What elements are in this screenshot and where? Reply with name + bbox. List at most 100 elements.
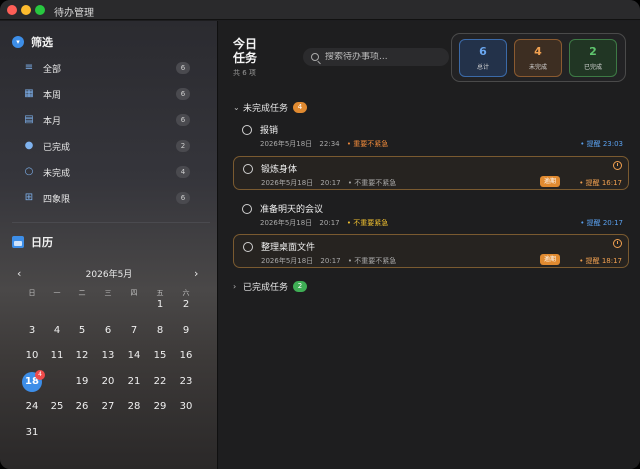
filter-item-week[interactable]: ▦ 本周 6: [14, 84, 196, 104]
filter-item-label: 本周: [43, 90, 62, 101]
stat-total[interactable]: 6 总计: [459, 39, 507, 77]
calendar-day[interactable]: 28: [124, 401, 144, 412]
stat-done[interactable]: 2 已完成: [569, 39, 617, 77]
calendar-day[interactable]: 20: [98, 376, 118, 387]
calendar-day[interactable]: 5: [72, 325, 92, 336]
app-window: 待办管理 ▾ 筛选 ≡ 全部 6 ▦ 本周 6 ▤ 本月 6 ● 已完成 2 ○: [0, 0, 640, 469]
filter-item-completed[interactable]: ● 已完成 2: [14, 136, 196, 156]
task-priority: • 不重要不紧急: [347, 257, 397, 265]
search-icon: [311, 53, 319, 61]
filter-item-month[interactable]: ▤ 本月 6: [14, 110, 196, 130]
task-date: 2026年5月18日: [260, 219, 313, 227]
calendar-weekday: 四: [130, 289, 138, 297]
calendar-weekday: 二: [78, 289, 86, 297]
zoom-window-button[interactable]: [35, 5, 45, 15]
calendar-section-header: 日历: [12, 234, 53, 250]
calendar-weekday: 五: [156, 289, 164, 297]
calendar-day[interactable]: 14: [124, 350, 144, 361]
close-window-button[interactable]: [7, 5, 17, 15]
calendar-today-badge: 4: [35, 370, 45, 380]
overdue-badge: 逾期: [540, 176, 560, 187]
chevron-down-icon: ⌄: [233, 103, 240, 112]
calendar-day[interactable]: 31: [22, 427, 42, 438]
list-icon: ≡: [24, 62, 34, 73]
filter-item-all[interactable]: ≡ 全部 6: [14, 58, 196, 78]
stat-total-label: 总计: [476, 64, 489, 71]
calendar-day[interactable]: 27: [98, 401, 118, 412]
alarm-clock-icon: [613, 161, 622, 170]
title-bar: 待办管理: [0, 0, 640, 20]
filter-item-quadrant[interactable]: ⊞ 四象限 6: [14, 188, 196, 208]
filter-item-count: 2: [176, 140, 190, 152]
calendar-day[interactable]: 25: [47, 401, 67, 412]
task-priority: • 重要不紧急: [346, 140, 389, 148]
page-subtitle: 共 6 项: [233, 69, 256, 77]
calendar-icon: [12, 236, 24, 248]
filter-icon: ▾: [12, 36, 24, 48]
group-pending-count: 4: [293, 102, 308, 113]
calendar-week-icon: ▦: [24, 88, 34, 99]
calendar-section-title: 日历: [31, 236, 53, 249]
calendar-day[interactable]: 7: [124, 325, 144, 336]
calendar-day[interactable]: 16: [176, 350, 196, 361]
stat-pending-value: 4: [534, 45, 542, 58]
task-checkbox[interactable]: [243, 164, 253, 174]
calendar-day[interactable]: 6: [98, 325, 118, 336]
calendar-day[interactable]: 29: [150, 401, 170, 412]
group-done-header[interactable]: › 已完成任务 2: [233, 280, 308, 293]
task-date: 2026年5月18日: [261, 257, 314, 265]
calendar-day[interactable]: 21: [124, 376, 144, 387]
filter-item-label: 四象限: [43, 194, 71, 205]
calendar-day[interactable]: 4: [47, 325, 67, 336]
stat-pending-label: 未完成: [528, 64, 547, 71]
calendar-day[interactable]: 15: [150, 350, 170, 361]
task-item[interactable]: 整理桌面文件 2026年5月18日 20:17 • 不重要不紧急 逾期 • 提醒…: [233, 234, 629, 268]
task-item[interactable]: 准备明天的会议 2026年5月18日 20:17 • 不重要紧急 • 提醒 20…: [233, 197, 629, 231]
calendar-month-label: 2026年5月: [85, 270, 133, 280]
task-item[interactable]: 锻炼身体 2026年5月18日 20:17 • 不重要不紧急 逾期 • 提醒 1…: [233, 156, 629, 190]
group-done-label: 已完成任务: [243, 283, 289, 293]
task-time: 20:17: [320, 257, 341, 265]
calendar-day[interactable]: 23: [176, 376, 196, 387]
calendar-day[interactable]: 22: [150, 376, 170, 387]
search-input[interactable]: [325, 52, 445, 62]
stat-pending[interactable]: 4 未完成: [514, 39, 562, 77]
calendar-day[interactable]: 26: [72, 401, 92, 412]
calendar-day[interactable]: 2: [176, 299, 196, 310]
group-pending-header[interactable]: ⌄ 未完成任务 4: [233, 101, 308, 114]
task-item[interactable]: 报销 2026年5月18日 22:34 • 重要不紧急 • 提醒 23:03: [233, 118, 629, 152]
task-checkbox[interactable]: [243, 242, 253, 252]
task-checkbox[interactable]: [242, 204, 252, 214]
calendar-day[interactable]: 11: [47, 350, 67, 361]
circle-icon: ○: [24, 166, 34, 177]
calendar-month-icon: ▤: [24, 114, 34, 125]
task-reminder: • 提醒 16:17: [579, 179, 622, 187]
task-time: 20:17: [319, 219, 340, 227]
filter-item-pending[interactable]: ○ 未完成 4: [14, 162, 196, 182]
calendar-weekday: 三: [104, 289, 112, 297]
calendar-day[interactable]: 8: [150, 325, 170, 336]
chevron-right-icon: ›: [233, 282, 237, 291]
calendar-day[interactable]: 19: [72, 376, 92, 387]
calendar-day[interactable]: 9: [176, 325, 196, 336]
calendar-day[interactable]: 12: [72, 350, 92, 361]
filter-item-label: 全部: [43, 64, 62, 75]
calendar-next-button[interactable]: ›: [194, 267, 198, 280]
filter-item-label: 本月: [43, 116, 62, 127]
calendar-day[interactable]: 13: [98, 350, 118, 361]
calendar-day[interactable]: 10: [22, 350, 42, 361]
calendar-day[interactable]: 3: [22, 325, 42, 336]
task-time: 20:17: [320, 179, 341, 187]
task-title: 准备明天的会议: [260, 205, 324, 215]
task-meta: 2026年5月18日 22:34 • 重要不紧急: [260, 139, 388, 149]
calendar-day[interactable]: 30: [176, 401, 196, 412]
task-reminder: • 提醒 18:17: [579, 257, 622, 265]
search-box[interactable]: [303, 48, 449, 66]
task-checkbox[interactable]: [242, 125, 252, 135]
calendar-day[interactable]: 1: [150, 299, 170, 310]
task-meta: 2026年5月18日 20:17 • 不重要不紧急: [261, 178, 396, 188]
sidebar-divider: [12, 222, 210, 223]
calendar-day[interactable]: 24: [22, 401, 42, 412]
minimize-window-button[interactable]: [21, 5, 31, 15]
stat-done-label: 已完成: [583, 64, 602, 71]
